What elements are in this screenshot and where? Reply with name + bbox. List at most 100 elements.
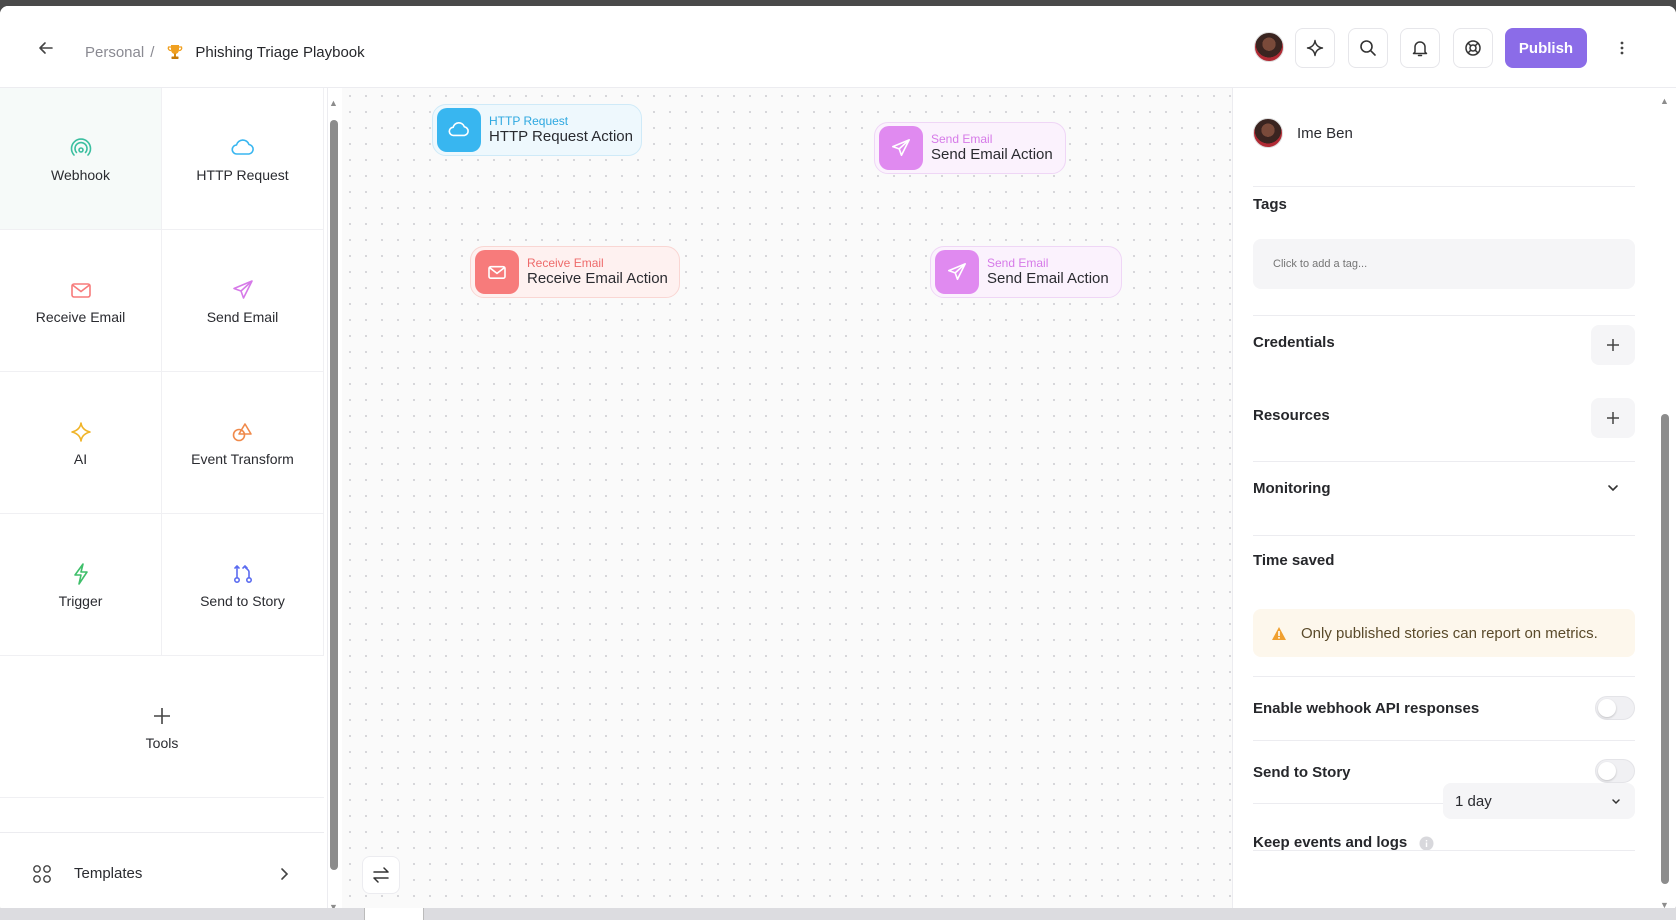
taskbar-tab[interactable] [364, 908, 424, 920]
send-to-story-title: Send to Story [1253, 764, 1351, 781]
node-name: Send Email Action [931, 146, 1053, 163]
node-type: Receive Email [527, 256, 604, 270]
monitoring-title[interactable]: Monitoring [1253, 480, 1330, 497]
back-arrow-icon[interactable] [34, 36, 58, 60]
action-palette: Webhook HTTP Request Receive Email Send … [0, 88, 328, 914]
paper-plane-icon [232, 277, 254, 303]
user-avatar[interactable] [1254, 32, 1284, 62]
add-resource-button[interactable] [1591, 398, 1635, 438]
divider [1253, 535, 1635, 536]
chevron-down-icon[interactable] [1601, 476, 1625, 500]
owner-avatar [1253, 118, 1283, 148]
tag-input[interactable] [1253, 239, 1635, 289]
credentials-title: Credentials [1253, 334, 1335, 351]
palette-http-request[interactable]: HTTP Request [162, 88, 324, 230]
time-saved-title: Time saved [1253, 552, 1335, 569]
divider [1253, 850, 1635, 851]
scroll-up-arrow-icon[interactable]: ▲ [1660, 96, 1670, 106]
palette-send-to-story[interactable]: Send to Story [162, 514, 324, 656]
templates-label: Templates [74, 865, 143, 882]
search-icon [1359, 39, 1377, 57]
shapes-icon [231, 419, 255, 445]
action-node-send-email[interactable]: Send Email Send Email Action [874, 122, 1066, 174]
mail-icon [475, 250, 519, 294]
divider [1253, 315, 1635, 316]
keep-events-value: 1 day [1455, 792, 1492, 810]
bell-icon [1411, 39, 1429, 57]
breadcrumb-personal[interactable]: Personal [85, 44, 144, 61]
node-name: Receive Email Action [527, 270, 668, 287]
trophy-icon [166, 43, 184, 61]
webhook-api-toggle[interactable] [1595, 696, 1635, 720]
sparkle-icon [1306, 39, 1324, 57]
node-name: HTTP Request Action [489, 128, 633, 145]
owner-row: Ime Ben [1253, 118, 1353, 148]
story-title[interactable]: Phishing Triage Playbook [195, 44, 364, 61]
webhook-icon [70, 135, 92, 161]
webhook-api-title: Enable webhook API responses [1253, 700, 1480, 717]
palette-receive-email[interactable]: Receive Email [0, 230, 162, 372]
scrollbar-thumb[interactable] [1661, 414, 1669, 884]
lightning-icon [71, 561, 91, 587]
chevron-down-icon [1611, 798, 1621, 805]
keep-events-title: Keep events and logs [1253, 834, 1408, 851]
chevron-right-icon [280, 867, 290, 881]
palette-send-email[interactable]: Send Email [162, 230, 324, 372]
grid-icon [32, 864, 52, 884]
action-node-send-email[interactable]: Send Email Send Email Action [930, 246, 1122, 298]
node-type: HTTP Request [489, 114, 569, 128]
palette-label: Event Transform [191, 450, 294, 467]
paper-plane-icon [879, 126, 923, 170]
divider [1253, 461, 1635, 462]
plus-icon [153, 703, 171, 729]
palette-label: Trigger [58, 592, 103, 609]
toggle-knob [1598, 762, 1616, 780]
palette-scrollbar[interactable]: ▲ ▼ [327, 96, 341, 914]
time-saved-warning: Only published stories can report on met… [1253, 609, 1635, 657]
notifications-button[interactable] [1400, 28, 1440, 68]
publish-button[interactable]: Publish [1505, 28, 1587, 68]
action-node-http-request[interactable]: HTTP Request HTTP Request Action [432, 104, 642, 156]
palette-trigger[interactable]: Trigger [0, 514, 162, 656]
add-credential-button[interactable] [1591, 325, 1635, 365]
palette-label: Send to Story [200, 592, 285, 609]
scroll-up-arrow-icon[interactable]: ▲ [329, 98, 339, 108]
divider [1253, 676, 1635, 677]
owner-name: Ime Ben [1297, 124, 1353, 142]
scrollbar-thumb[interactable] [330, 120, 338, 870]
palette-webhook[interactable]: Webhook [0, 88, 162, 230]
app-window: Personal / Phishing Triage Playbook Publ… [0, 6, 1676, 914]
story-settings-panel: Ime Ben Tags Credentials Resources Monit… [1232, 88, 1658, 914]
sparkle-icon [70, 419, 92, 445]
more-options-icon[interactable] [1612, 38, 1632, 58]
palette-event-transform[interactable]: Event Transform [162, 372, 324, 514]
info-icon[interactable] [1419, 836, 1434, 851]
story-canvas[interactable]: HTTP Request HTTP Request Action Send Em… [342, 88, 1232, 914]
help-button[interactable] [1453, 28, 1493, 68]
paper-plane-icon [935, 250, 979, 294]
cloud-icon [437, 108, 481, 152]
ai-sparkle-button[interactable] [1295, 28, 1335, 68]
plus-icon [1606, 338, 1620, 352]
palette-label: Webhook [51, 166, 110, 183]
settings-scrollbar[interactable]: ▲ ▼ [1658, 94, 1672, 914]
keep-events-select[interactable]: 1 day [1443, 783, 1635, 819]
warning-icon [1271, 626, 1287, 641]
send-to-story-toggle[interactable] [1595, 759, 1635, 783]
breadcrumb-separator: / [150, 43, 155, 61]
mail-icon [70, 277, 92, 303]
lifebuoy-icon [1464, 39, 1482, 57]
palette-ai[interactable]: AI [0, 372, 162, 514]
palette-label: Send Email [206, 308, 279, 325]
palette-tools[interactable]: Tools [0, 656, 324, 798]
swap-layout-button[interactable] [362, 856, 400, 894]
palette-label: Tools [145, 734, 179, 751]
node-type: Send Email [987, 256, 1049, 270]
action-node-receive-email[interactable]: Receive Email Receive Email Action [470, 246, 680, 298]
templates-link[interactable]: Templates [0, 832, 324, 914]
divider [1253, 740, 1635, 741]
divider [1253, 186, 1635, 187]
search-button[interactable] [1348, 28, 1388, 68]
keep-events-row: Keep events and logs [1253, 834, 1434, 851]
top-bar: Personal / Phishing Triage Playbook Publ… [0, 6, 1676, 88]
